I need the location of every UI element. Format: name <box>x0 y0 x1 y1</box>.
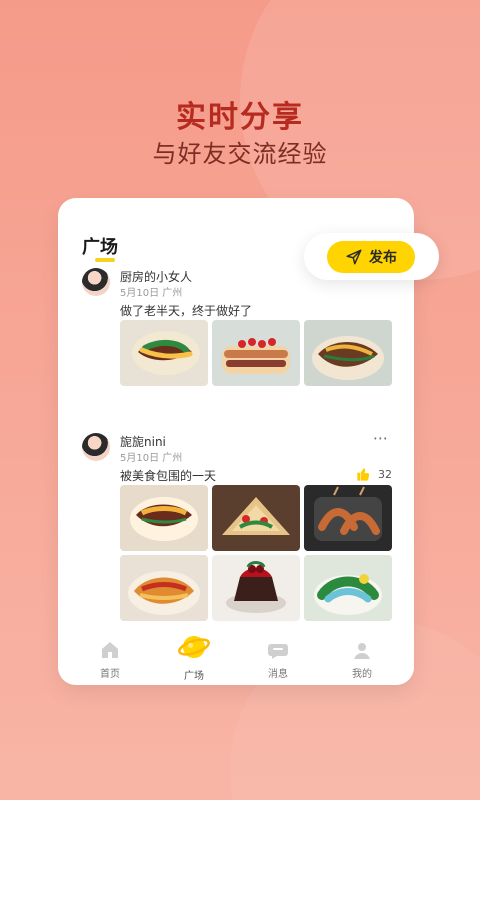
post-image-5[interactable] <box>212 555 300 621</box>
more-options-icon[interactable]: ⋯ <box>373 429 389 447</box>
avatar[interactable] <box>82 433 110 461</box>
tab-profile[interactable]: 我的 <box>332 638 392 680</box>
post-meta: 5月10日 广州 <box>120 453 183 464</box>
tab-label: 我的 <box>352 669 372 680</box>
title-underline <box>95 258 115 262</box>
avatar[interactable] <box>82 268 110 296</box>
hero-headline: 实时分享 <box>176 100 304 135</box>
send-icon <box>346 249 362 265</box>
post-text: 被美食包围的一天 <box>120 469 217 483</box>
tab-label: 广场 <box>184 671 204 682</box>
post-image-2[interactable] <box>212 485 300 551</box>
home-icon <box>102 642 118 658</box>
tab-label: 首页 <box>100 669 120 680</box>
post-text: 做了老半天，终于做好了 <box>120 304 253 318</box>
post-meta: 5月10日 广州 <box>120 288 183 299</box>
tab-label: 消息 <box>268 669 288 680</box>
profile-icon <box>354 643 370 659</box>
post-image-2[interactable] <box>212 320 300 386</box>
post-image-4[interactable] <box>120 555 208 621</box>
tab-plaza[interactable]: 广场 <box>164 630 224 682</box>
message-icon <box>268 644 288 659</box>
tab-home[interactable]: 首页 <box>80 638 140 680</box>
tab-messages[interactable]: 消息 <box>248 638 308 680</box>
publish-button[interactable]: 发布 <box>327 241 415 273</box>
post-image-1[interactable] <box>120 485 208 551</box>
publish-pill: 发布 <box>304 233 439 280</box>
post-like-button[interactable]: 32 <box>356 466 392 482</box>
publish-label: 发布 <box>369 250 397 266</box>
post-image-1[interactable] <box>120 320 208 386</box>
bottom-tab-bar: 首页 广场 消息 我的 <box>58 628 414 685</box>
post-image-3[interactable] <box>304 485 392 551</box>
hero-subline: 与好友交流经验 <box>152 140 328 168</box>
card-title: 广场 <box>82 237 118 258</box>
post-author[interactable]: 旎旎nini <box>120 433 166 450</box>
post-author[interactable]: 厨房的小女人 <box>120 268 192 285</box>
plaza-planet-icon <box>178 635 210 659</box>
thumb-up-icon <box>357 468 370 481</box>
post-image-3[interactable] <box>304 320 392 386</box>
post-image-6[interactable] <box>304 555 392 621</box>
post-like-count: 32 <box>378 467 392 481</box>
